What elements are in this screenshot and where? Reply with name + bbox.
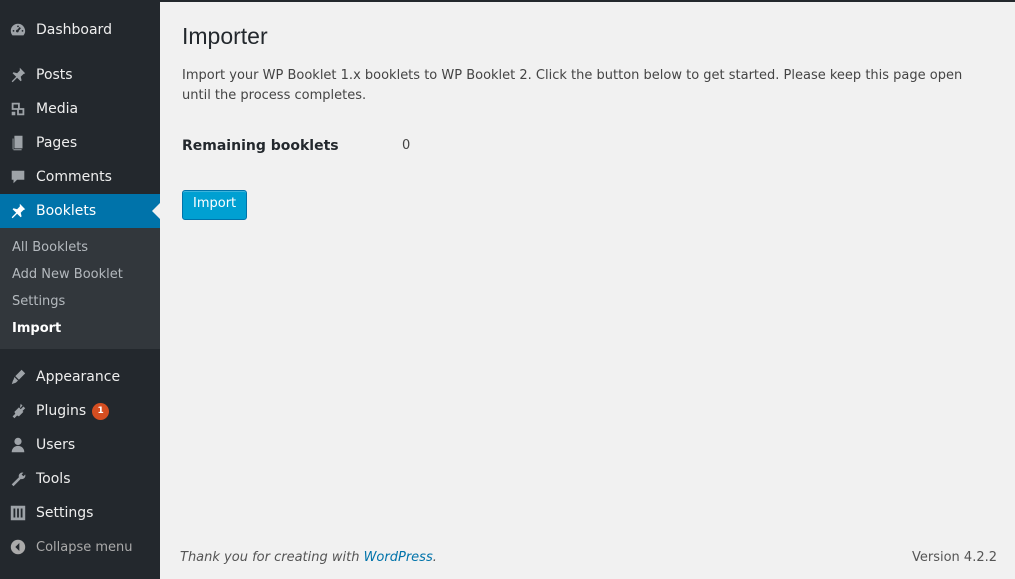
sidebar-item-comments[interactable]: Comments xyxy=(0,160,160,194)
intro-text: Import your WP Booklet 1.x booklets to W… xyxy=(182,68,963,103)
sidebar-item-label: Pages xyxy=(36,135,78,151)
wrench-icon xyxy=(9,470,27,488)
sidebar-item-label: Users xyxy=(36,437,76,453)
pin-icon xyxy=(9,66,27,84)
dashboard-icon xyxy=(9,21,27,39)
media-icon xyxy=(9,100,27,118)
page-title: Importer xyxy=(182,23,268,49)
submenu-settings[interactable]: Settings xyxy=(0,288,160,315)
sidebar-item-appearance[interactable]: Appearance xyxy=(0,360,160,394)
collapse-menu-button[interactable]: Collapse menu xyxy=(0,530,160,564)
user-icon xyxy=(9,436,27,454)
submenu-import[interactable]: Import xyxy=(0,315,160,342)
active-arrow xyxy=(152,203,160,219)
sidebar-item-label: Settings xyxy=(36,505,94,521)
admin-sidebar: Dashboard Posts Media Pages Comments Boo… xyxy=(0,2,160,579)
footer-thanks-prefix: Thank you for creating with xyxy=(180,550,364,565)
sidebar-item-tools[interactable]: Tools xyxy=(0,462,160,496)
sidebar-item-label: Media xyxy=(36,101,79,117)
booklets-submenu: All Booklets Add New Booklet Settings Im… xyxy=(0,228,160,349)
sidebar-item-booklets[interactable]: Booklets xyxy=(0,194,160,228)
submenu-all-booklets[interactable]: All Booklets xyxy=(0,234,160,261)
main-content: Importer Import your WP Booklet 1.x book… xyxy=(182,2,995,220)
comment-icon xyxy=(9,168,27,186)
remaining-booklets-row: Remaining booklets 0 xyxy=(182,138,995,154)
footer-version: Version 4.2.2 xyxy=(911,550,997,565)
sidebar-item-label: Plugins xyxy=(36,403,87,419)
import-button[interactable]: Import xyxy=(182,190,248,220)
sidebar-item-plugins[interactable]: Plugins 1 xyxy=(0,394,160,428)
sidebar-item-pages[interactable]: Pages xyxy=(0,126,160,160)
submenu-add-new-booklet[interactable]: Add New Booklet xyxy=(0,261,160,288)
sidebar-item-label: Posts xyxy=(36,67,73,83)
pages-icon xyxy=(9,134,27,152)
remaining-booklets-label: Remaining booklets xyxy=(182,138,339,154)
plugin-icon xyxy=(9,402,27,420)
sidebar-item-label: Appearance xyxy=(36,369,121,385)
sidebar-item-dashboard[interactable]: Dashboard xyxy=(0,13,160,47)
sidebar-item-users[interactable]: Users xyxy=(0,428,160,462)
collapse-arrow-icon xyxy=(9,538,27,556)
settings-icon xyxy=(9,504,27,522)
collapse-label: Collapse menu xyxy=(36,539,133,555)
sidebar-item-settings[interactable]: Settings xyxy=(0,496,160,530)
brush-icon xyxy=(9,368,27,386)
pin-icon xyxy=(9,202,27,220)
update-count-badge: 1 xyxy=(92,402,110,420)
sidebar-item-label: Comments xyxy=(36,169,112,185)
wordpress-link[interactable]: WordPress xyxy=(364,550,433,565)
remaining-booklets-value: 0 xyxy=(402,138,411,153)
sidebar-item-label: Booklets xyxy=(36,203,97,219)
sidebar-item-posts[interactable]: Posts xyxy=(0,58,160,92)
footer-thanks-suffix: . xyxy=(432,550,437,565)
sidebar-item-label: Tools xyxy=(36,471,71,487)
sidebar-item-media[interactable]: Media xyxy=(0,92,160,126)
sidebar-item-label: Dashboard xyxy=(36,22,112,38)
footer-thanks: Thank you for creating with WordPress. xyxy=(180,550,437,565)
